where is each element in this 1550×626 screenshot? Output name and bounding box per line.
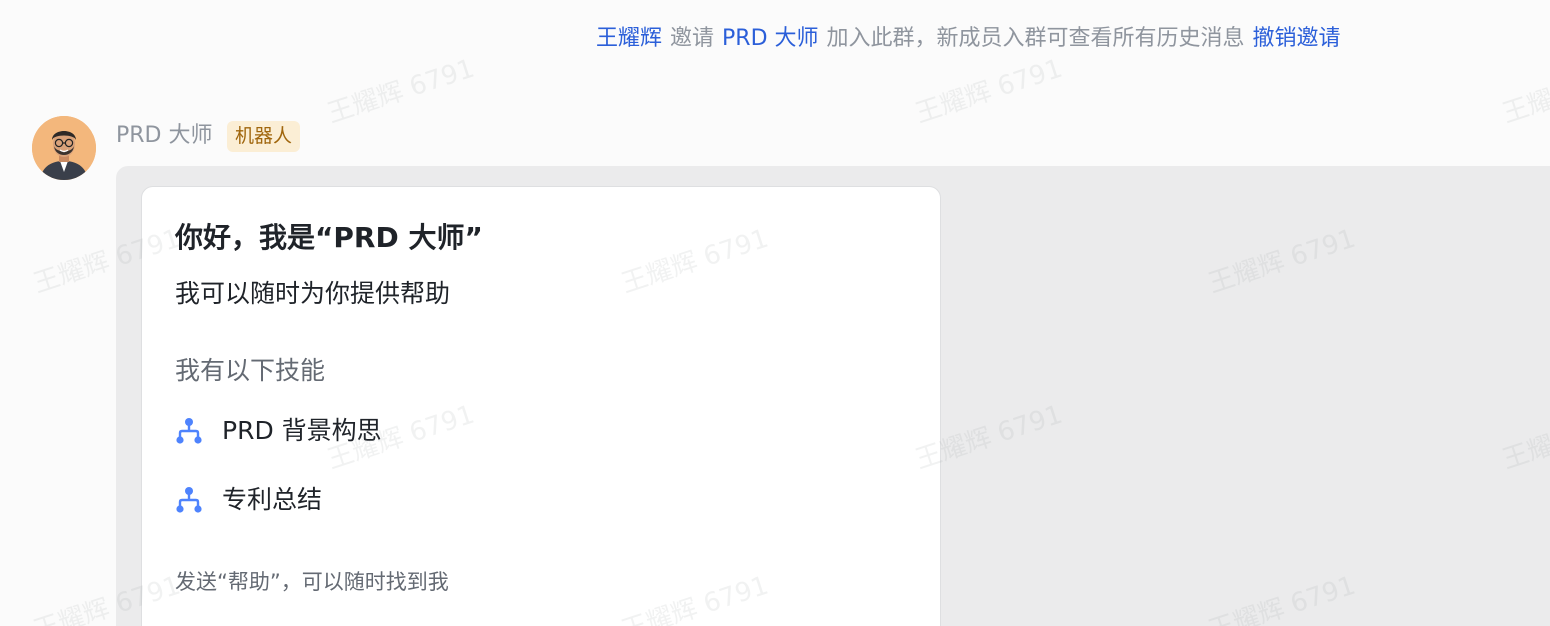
card-footer: 发送“帮助”，可以随时找到我 [175,570,449,594]
system-notice: 王耀辉 邀请 PRD 大师 加入此群，新成员入群可查看所有历史消息 撤销邀请 [596,22,1341,56]
watermark-text: 王耀辉 6791 [1498,54,1550,130]
invite-word: 邀请 [670,26,715,51]
org-chart-icon [176,418,202,444]
card-subtitle: 我可以随时为你提供帮助 [175,279,451,308]
skill-label: PRD 背景构思 [222,416,382,445]
revoke-invite-link[interactable]: 撤销邀请 [1253,26,1341,51]
bot-badge: 机器人 [227,121,301,152]
notice-message: 加入此群，新成员入群可查看所有历史消息 [826,26,1245,51]
watermark-text: 王耀辉 6791 [323,53,479,130]
watermark-text: 王耀辉 6791 [911,53,1067,130]
org-chart-icon [176,487,202,513]
invitee-link[interactable]: PRD 大师 [722,26,819,51]
card-title: 你好，我是“PRD 大师” [175,221,483,254]
skills-heading: 我有以下技能 [175,356,326,385]
sender-avatar[interactable] [32,116,96,180]
skill-item-patent-summary[interactable]: 专利总结 [175,480,322,520]
skill-item-prd-background[interactable]: PRD 背景构思 [175,411,382,451]
person-avatar-icon [32,116,96,180]
sender-name[interactable]: PRD 大师 [116,120,213,152]
chat-window: 王耀辉 邀请 PRD 大师 加入此群，新成员入群可查看所有历史消息 撤销邀请 PRD 大… [0,0,1550,626]
skill-label: 专利总结 [222,485,323,514]
inviter-link[interactable]: 王耀辉 [596,26,662,51]
